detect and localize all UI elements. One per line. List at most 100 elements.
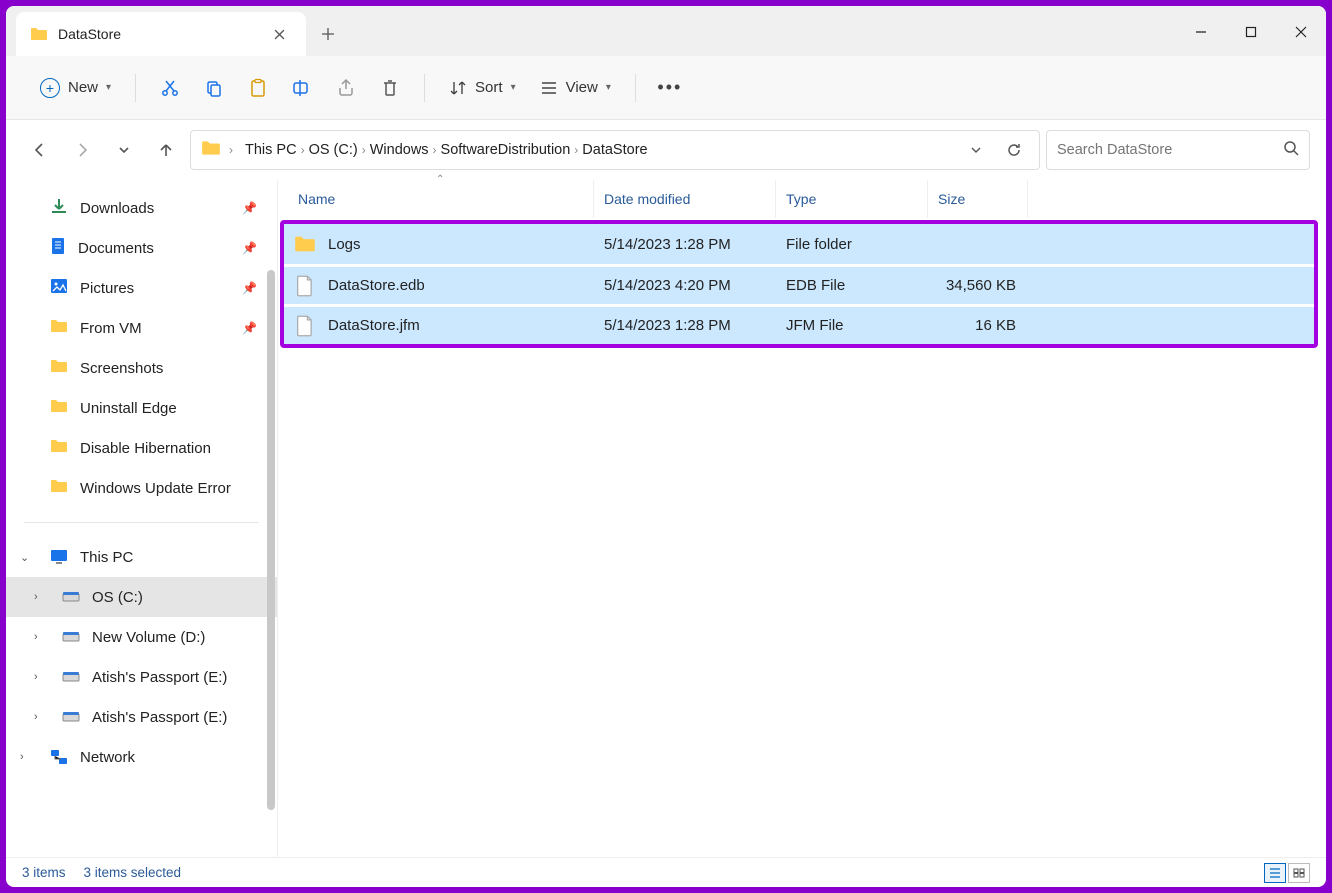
sidebar-item-drive[interactable]: ›New Volume (D:) xyxy=(6,617,277,657)
folder-icon xyxy=(294,233,316,255)
plus-circle-icon: + xyxy=(40,78,60,98)
sidebar-item-this-pc[interactable]: ⌄ This PC xyxy=(6,537,277,577)
sidebar-item-drive[interactable]: ›Atish's Passport (E:) xyxy=(6,697,277,737)
folder-icon xyxy=(30,27,48,41)
chevron-down-icon: ▾ xyxy=(106,82,111,93)
column-header-date[interactable]: Date modified xyxy=(594,180,776,218)
new-label: New xyxy=(68,79,98,96)
folder-icon xyxy=(50,479,68,497)
drive-icon xyxy=(62,591,80,603)
sidebar-item-label: Windows Update Error xyxy=(80,480,231,497)
chevron-right-icon: › xyxy=(229,143,233,157)
sidebar-item-label: Screenshots xyxy=(80,360,163,377)
address-bar[interactable]: › This PC›OS (C:)›Windows›SoftwareDistri… xyxy=(190,130,1040,170)
sidebar-item-label: From VM xyxy=(80,320,142,337)
breadcrumb-segment[interactable]: DataStore xyxy=(578,140,651,160)
sidebar-item-drive[interactable]: ›OS (C:) xyxy=(6,577,277,617)
sidebar-item-drive[interactable]: ›Atish's Passport (E:) xyxy=(6,657,277,697)
view-toggle xyxy=(1264,863,1310,883)
folder-icon xyxy=(50,399,68,417)
minimize-button[interactable] xyxy=(1176,12,1226,52)
file-type: EDB File xyxy=(778,277,930,294)
chevron-right-icon[interactable]: › xyxy=(34,631,38,643)
sidebar-item[interactable]: Screenshots xyxy=(6,348,277,388)
search-input[interactable] xyxy=(1057,142,1283,158)
sidebar-item[interactable]: Pictures📌 xyxy=(6,268,277,308)
close-tab-button[interactable] xyxy=(272,27,286,41)
back-button[interactable] xyxy=(22,132,58,168)
share-button[interactable] xyxy=(326,68,366,108)
monitor-icon xyxy=(50,549,68,565)
sidebar-item-label: Documents xyxy=(78,240,154,257)
sidebar-item[interactable]: From VM 📌 xyxy=(6,308,277,348)
chevron-right-icon: › xyxy=(301,143,305,157)
file-name: DataStore.edb xyxy=(328,277,425,294)
file-icon xyxy=(294,315,316,337)
file-name: DataStore.jfm xyxy=(328,317,420,334)
address-dropdown-button[interactable] xyxy=(961,144,991,156)
column-header-type[interactable]: Type xyxy=(776,180,928,218)
breadcrumb-segment[interactable]: This PC xyxy=(241,140,301,160)
cut-button[interactable] xyxy=(150,68,190,108)
search-box[interactable] xyxy=(1046,130,1310,170)
view-thumbnails-button[interactable] xyxy=(1288,863,1310,883)
active-tab[interactable]: DataStore xyxy=(16,12,306,56)
sidebar-item[interactable]: Uninstall Edge xyxy=(6,388,277,428)
chevron-right-icon: › xyxy=(433,143,437,157)
more-button[interactable]: ••• xyxy=(650,68,690,108)
sidebar-item[interactable]: Documents📌 xyxy=(6,228,277,268)
chevron-down-icon: ▾ xyxy=(511,82,516,93)
sidebar-item-label: This PC xyxy=(80,549,133,566)
sidebar-item-label: Uninstall Edge xyxy=(80,400,177,417)
chevron-right-icon[interactable]: › xyxy=(34,671,38,683)
search-icon xyxy=(1283,140,1299,161)
chevron-down-icon: ▾ xyxy=(606,82,611,93)
scrollbar[interactable] xyxy=(267,270,275,810)
sort-button[interactable]: Sort ▾ xyxy=(439,73,526,103)
sidebar-item-label: Disable Hibernation xyxy=(80,440,211,457)
folder-icon xyxy=(50,439,68,457)
view-details-button[interactable] xyxy=(1264,863,1286,883)
delete-button[interactable] xyxy=(370,68,410,108)
chevron-right-icon[interactable]: › xyxy=(34,711,38,723)
sidebar-item[interactable]: Downloads📌 xyxy=(6,188,277,228)
file-row[interactable]: Logs5/14/2023 1:28 PMFile folder xyxy=(284,224,1314,264)
column-header-size[interactable]: Size xyxy=(928,180,1028,218)
refresh-button[interactable] xyxy=(999,142,1029,158)
file-name: Logs xyxy=(328,236,361,253)
recent-button[interactable] xyxy=(106,132,142,168)
new-button[interactable]: + New ▾ xyxy=(30,72,121,104)
chevron-right-icon[interactable]: › xyxy=(20,751,24,763)
sidebar-item-label: Pictures xyxy=(80,280,134,297)
copy-button[interactable] xyxy=(194,68,234,108)
pin-icon: 📌 xyxy=(242,321,257,335)
file-row[interactable]: DataStore.edb5/14/2023 4:20 PMEDB File34… xyxy=(284,264,1314,304)
file-size: 34,560 KB xyxy=(930,277,1026,294)
chevron-right-icon[interactable]: › xyxy=(34,591,38,603)
column-header-name[interactable]: Name ⌃ xyxy=(278,180,594,218)
tab-title: DataStore xyxy=(58,26,262,42)
maximize-button[interactable] xyxy=(1226,12,1276,52)
chevron-down-icon[interactable]: ⌄ xyxy=(20,551,29,564)
breadcrumb-segment[interactable]: Windows xyxy=(366,140,433,160)
sidebar-item-network[interactable]: › Network xyxy=(6,737,277,777)
sidebar: Downloads📌Documents📌Pictures📌 From VM 📌 Scr… xyxy=(6,180,278,857)
drive-icon xyxy=(62,711,80,723)
sidebar-item[interactable]: Disable Hibernation xyxy=(6,428,277,468)
titlebar: DataStore xyxy=(6,6,1326,56)
sidebar-item[interactable]: Windows Update Error xyxy=(6,468,277,508)
download-icon xyxy=(50,198,68,218)
breadcrumb-segment[interactable]: SoftwareDistribution xyxy=(437,140,575,160)
new-tab-button[interactable] xyxy=(306,12,350,56)
file-row[interactable]: DataStore.jfm5/14/2023 1:28 PMJFM File16… xyxy=(284,304,1314,344)
rename-button[interactable] xyxy=(282,68,322,108)
toolbar: + New ▾ Sort ▾ View ▾ ••• xyxy=(6,56,1326,120)
close-window-button[interactable] xyxy=(1276,12,1326,52)
paste-button[interactable] xyxy=(238,68,278,108)
file-list-highlight: Logs5/14/2023 1:28 PMFile folderDataStor… xyxy=(280,220,1318,348)
forward-button[interactable] xyxy=(64,132,100,168)
up-button[interactable] xyxy=(148,132,184,168)
folder-icon xyxy=(50,319,68,337)
view-button[interactable]: View ▾ xyxy=(530,73,621,103)
breadcrumb-segment[interactable]: OS (C:) xyxy=(305,140,362,160)
